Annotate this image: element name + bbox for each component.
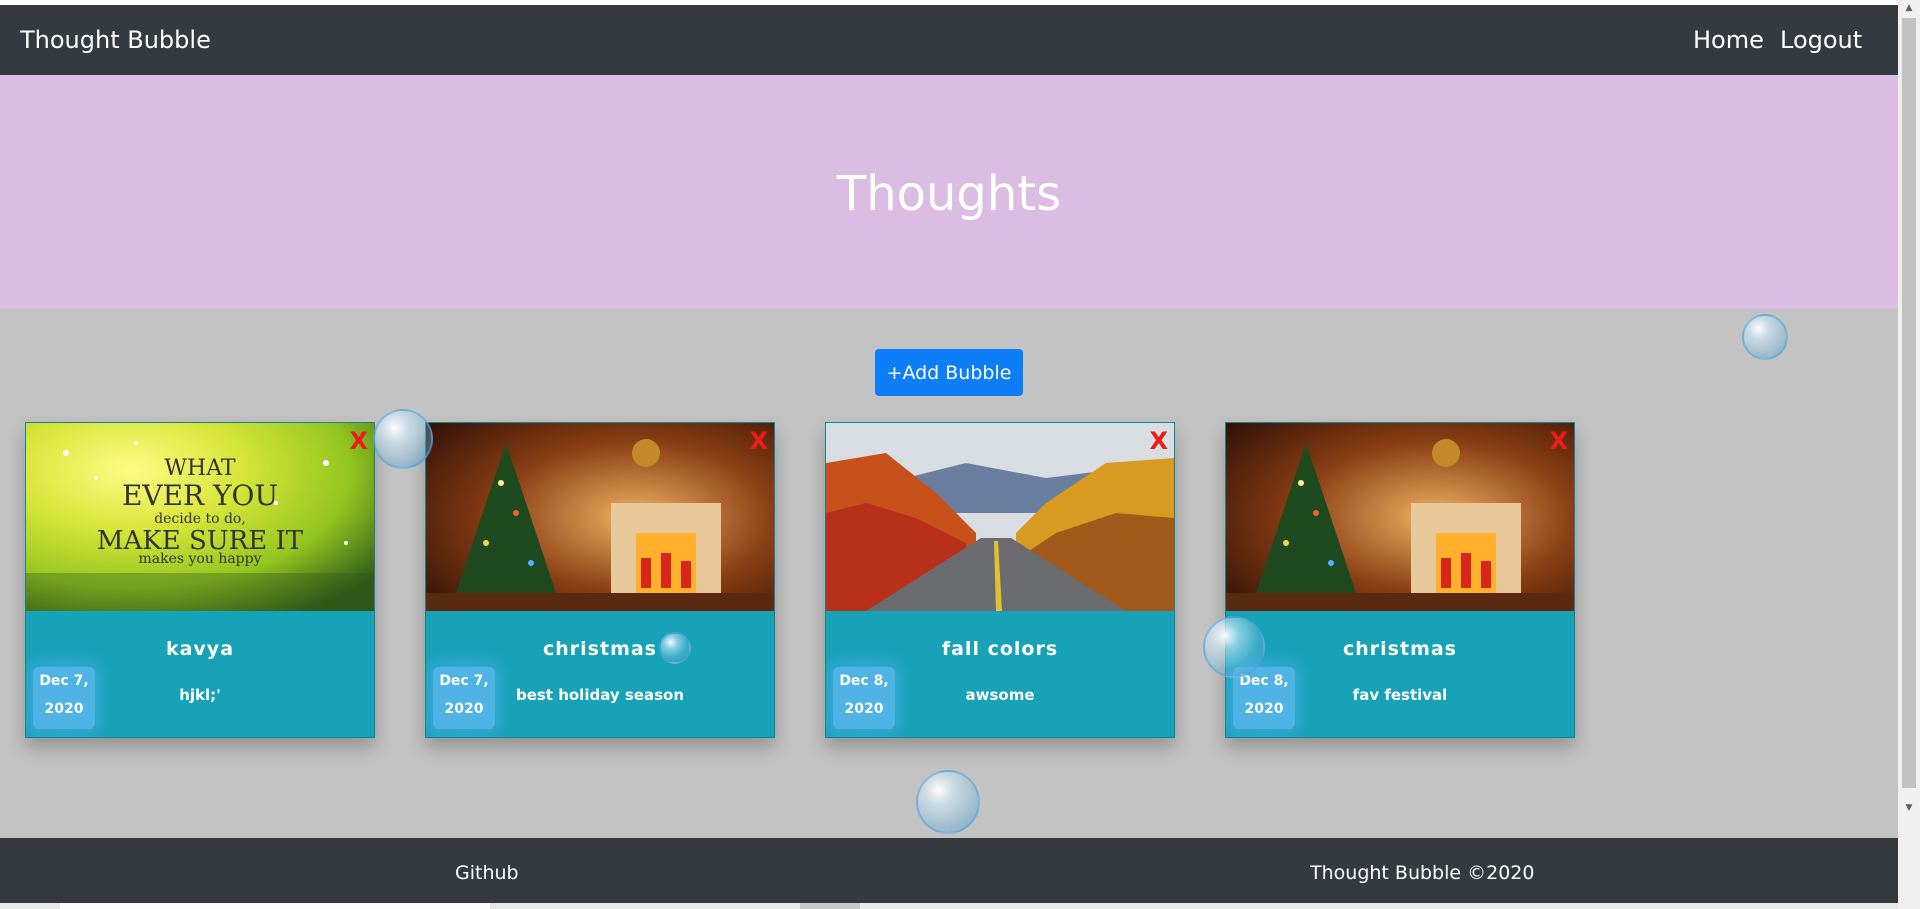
- floating-bubble: [1742, 314, 1788, 360]
- delete-card-button[interactable]: X: [749, 427, 768, 455]
- floating-bubble: [916, 770, 980, 834]
- delete-card-button[interactable]: X: [1149, 427, 1168, 455]
- card-date-badge: Dec 7, 2020: [33, 667, 95, 729]
- floating-bubble: [1203, 616, 1265, 678]
- floating-bubble: [659, 632, 691, 664]
- card-title: fall colors: [941, 638, 1059, 660]
- nav-home-link[interactable]: Home: [1693, 25, 1764, 55]
- christmas-fireplace-image: [1226, 423, 1574, 611]
- delete-card-button[interactable]: X: [349, 427, 368, 455]
- add-bubble-button[interactable]: +Add Bubble: [875, 349, 1023, 396]
- card-title: christmas: [543, 638, 657, 660]
- thought-card: X christmas fav festival Dec 8, 2020: [1225, 422, 1575, 738]
- horizontal-scrollbar-marker: [800, 903, 860, 909]
- horizontal-scrollbar-thumb[interactable]: [60, 903, 490, 909]
- github-link[interactable]: Github: [455, 862, 519, 884]
- thought-card: X fall colors awsome Dec 8, 2020: [825, 422, 1175, 738]
- vertical-scrollbar[interactable]: ▲ ▼: [1898, 0, 1920, 909]
- navbar: Thought Bubble Home Logout: [0, 5, 1898, 75]
- card-title: christmas: [1343, 638, 1457, 660]
- scroll-down-arrow-icon[interactable]: ▼: [1898, 800, 1920, 816]
- card-date-day: Dec 7,: [39, 673, 89, 689]
- thought-card: WHAT EVER YOU decide to do, MAKE SURE IT…: [25, 422, 375, 738]
- thought-card: X christmas best holiday season Dec 7, 2…: [425, 422, 775, 738]
- svg-text:EVER YOU: EVER YOU: [122, 479, 278, 512]
- christmas-fireplace-image: [426, 423, 774, 611]
- horizontal-scrollbar[interactable]: [0, 903, 1898, 909]
- svg-text:decide to do,: decide to do,: [154, 511, 246, 527]
- svg-text:makes you happy: makes you happy: [138, 551, 261, 567]
- delete-card-button[interactable]: X: [1549, 427, 1568, 455]
- page-title: Thoughts: [836, 166, 1062, 222]
- card-date-year: 2020: [844, 701, 884, 717]
- copyright-text: Thought Bubble ©2020: [1310, 862, 1535, 884]
- svg-text:WHAT: WHAT: [164, 456, 235, 481]
- floating-bubble: [373, 409, 433, 469]
- card-date-year: 2020: [44, 701, 84, 717]
- brand-link[interactable]: Thought Bubble: [20, 25, 211, 55]
- footer: Github Thought Bubble ©2020: [0, 838, 1898, 909]
- card-date-badge: Dec 7, 2020: [433, 667, 495, 729]
- autumn-road-image: [826, 423, 1174, 611]
- card-date-year: 2020: [444, 701, 484, 717]
- card-date-day: Dec 8,: [839, 673, 889, 689]
- card-date-day: Dec 7,: [439, 673, 489, 689]
- what-ever-you-decide-image: WHAT EVER YOU decide to do, MAKE SURE IT…: [26, 423, 374, 611]
- card-date-year: 2020: [1244, 701, 1284, 717]
- nav-logout-link[interactable]: Logout: [1780, 25, 1862, 55]
- scroll-up-arrow-icon[interactable]: ▲: [1898, 0, 1920, 16]
- card-date-badge: Dec 8, 2020: [833, 667, 895, 729]
- hero-banner: Thoughts: [0, 75, 1898, 309]
- card-title: kavya: [165, 638, 235, 660]
- scrollbar-thumb[interactable]: [1902, 18, 1916, 788]
